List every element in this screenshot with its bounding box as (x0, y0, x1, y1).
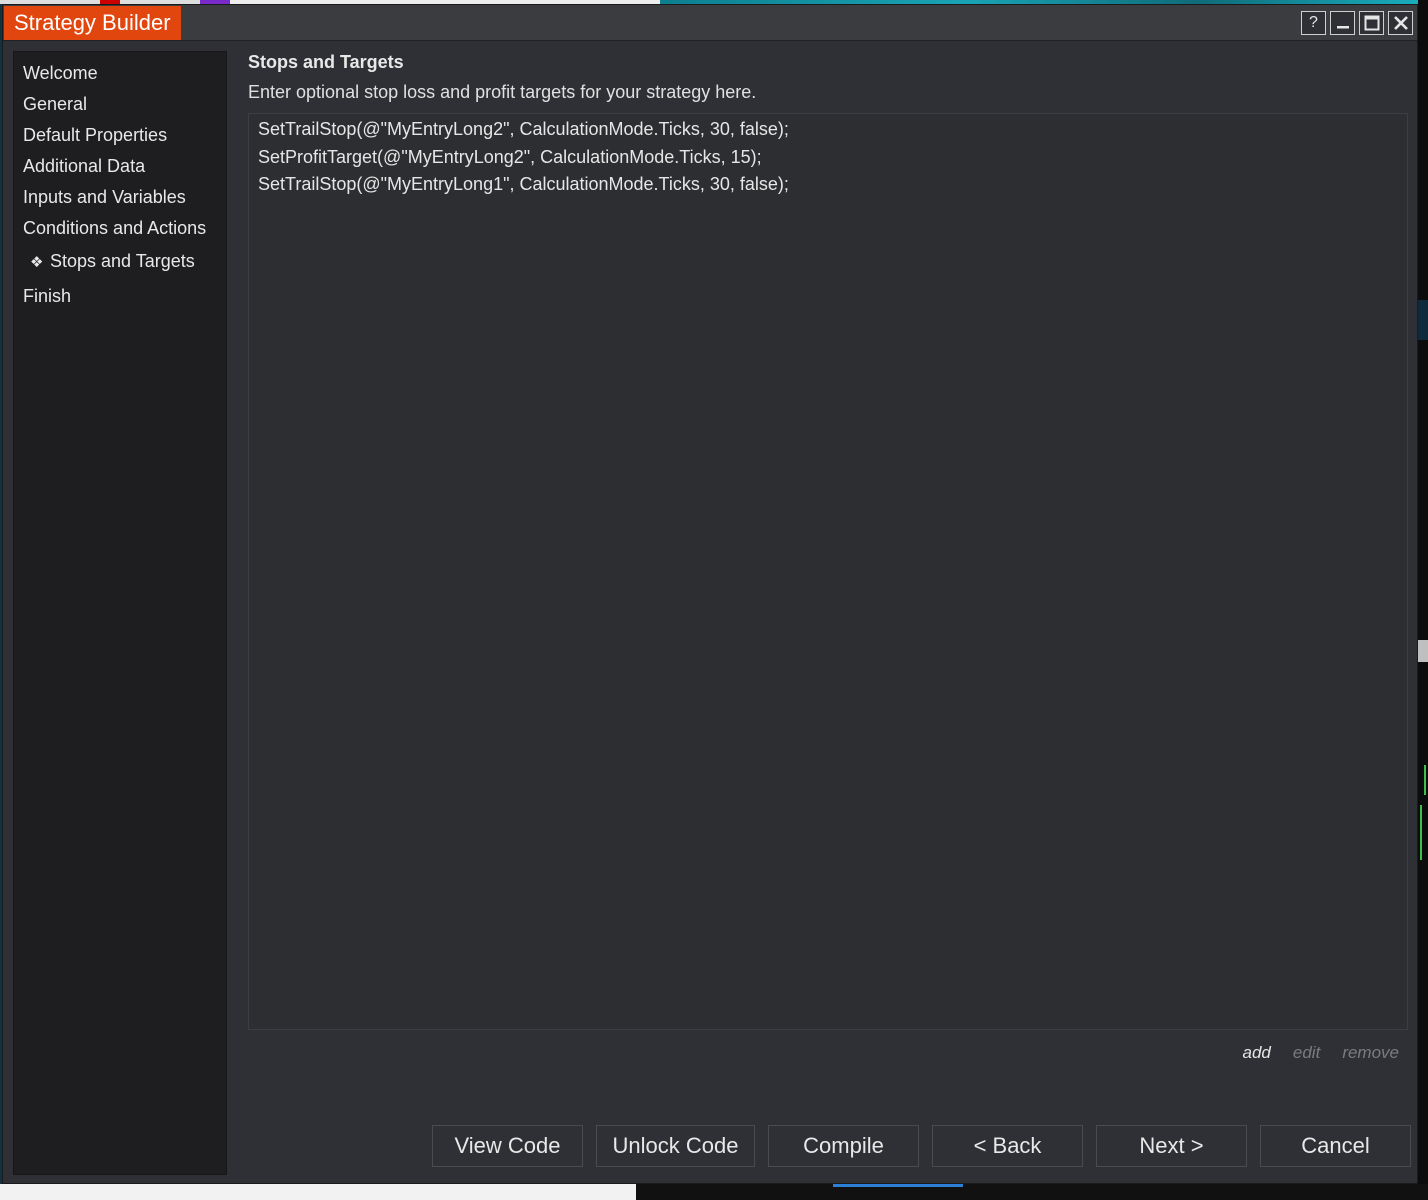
remove-link: remove (1342, 1043, 1399, 1062)
sidebar-item-inputs-and-variables[interactable]: Inputs and Variables (14, 182, 226, 213)
back-button[interactable]: < Back (932, 1125, 1083, 1167)
minimize-icon[interactable] (1330, 11, 1355, 35)
compile-button[interactable]: Compile (768, 1125, 919, 1167)
sidebar-item-stops-and-targets[interactable]: ❖ Stops and Targets (14, 244, 226, 281)
cancel-button[interactable]: Cancel (1260, 1125, 1411, 1167)
page-description: Enter optional stop loss and profit targ… (248, 82, 757, 102)
add-link[interactable]: add (1243, 1043, 1271, 1063)
background-mark (833, 1184, 963, 1187)
stops-targets-list[interactable]: SetTrailStop(@"MyEntryLong2", Calculatio… (248, 113, 1408, 1030)
maximize-icon[interactable] (1359, 11, 1384, 35)
list-item[interactable]: SetTrailStop(@"MyEntryLong2", Calculatio… (258, 116, 1407, 144)
strategy-builder-window: Strategy Builder ? Welcome General Defau… (2, 4, 1418, 1184)
background-mark (1418, 640, 1428, 662)
help-icon[interactable]: ? (1301, 11, 1326, 35)
sidebar-item-label: Stops and Targets (50, 251, 195, 271)
sidebar-item-finish[interactable]: Finish (14, 281, 226, 312)
window-title: Strategy Builder (4, 6, 181, 40)
background-mark (1424, 765, 1426, 795)
step-content: Stops and Targets Enter optional stop lo… (247, 51, 1411, 1175)
active-step-icon: ❖ (30, 254, 44, 271)
wizard-sidebar: Welcome General Default Properties Addit… (13, 51, 227, 1175)
sidebar-item-default-properties[interactable]: Default Properties (14, 120, 226, 151)
sidebar-item-general[interactable]: General (14, 89, 226, 120)
background-mark (1420, 805, 1422, 860)
wizard-steps: Welcome General Default Properties Addit… (14, 52, 226, 312)
background-chart-edge (1418, 0, 1428, 1200)
close-icon[interactable] (1388, 11, 1413, 35)
sidebar-item-welcome[interactable]: Welcome (14, 58, 226, 89)
edit-link: edit (1292, 1043, 1321, 1062)
title-bar[interactable]: Strategy Builder ? (3, 5, 1417, 41)
background-bottom-edge (0, 1184, 1428, 1200)
unlock-code-button[interactable]: Unlock Code (596, 1125, 755, 1167)
background-mark (1418, 300, 1428, 340)
wizard-buttons: View Code Unlock Code Compile < Back Nex… (432, 1125, 1411, 1167)
list-item[interactable]: SetProfitTarget(@"MyEntryLong2", Calcula… (258, 144, 1407, 172)
next-button[interactable]: Next > (1096, 1125, 1247, 1167)
list-item[interactable]: SetTrailStop(@"MyEntryLong1", Calculatio… (258, 171, 1407, 199)
sidebar-item-additional-data[interactable]: Additional Data (14, 151, 226, 182)
list-actions: add edit remove (1243, 1043, 1399, 1063)
window-controls: ? (1301, 11, 1413, 35)
sidebar-item-conditions-and-actions[interactable]: Conditions and Actions (14, 213, 226, 244)
page-title: Stops and Targets (248, 52, 404, 72)
view-code-button[interactable]: View Code (432, 1125, 583, 1167)
background-mark (0, 1184, 636, 1200)
